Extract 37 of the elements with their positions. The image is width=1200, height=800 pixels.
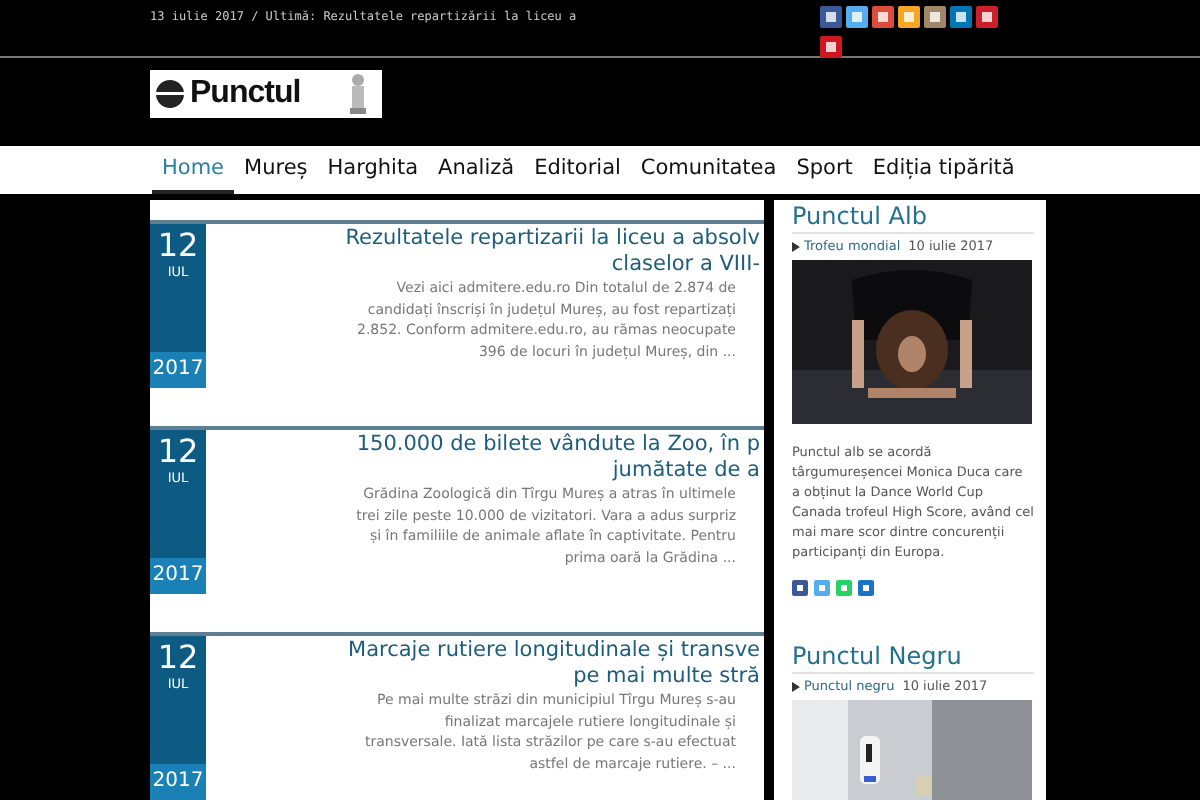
nav-item[interactable]: Mureș xyxy=(234,146,318,194)
nav-item[interactable]: Ediția tipărită xyxy=(862,146,1025,194)
article-title[interactable]: Marcaje rutiere longitudinale și transve xyxy=(348,638,760,664)
date-day: 12 xyxy=(157,226,199,264)
article-title[interactable]: jumătate de a xyxy=(612,458,760,484)
nav-item[interactable]: Sport xyxy=(786,146,863,194)
nav-item[interactable]: Comunitatea xyxy=(630,146,787,194)
social-icon[interactable] xyxy=(846,6,868,28)
social-icon[interactable] xyxy=(976,6,998,28)
date-year: 2017 xyxy=(150,352,206,388)
article-title[interactable]: 150.000 de bilete vândute la Zoo, în p xyxy=(356,432,760,458)
date-year: 2017 xyxy=(150,558,206,594)
nav-item[interactable]: Editorial xyxy=(524,146,631,194)
widget-heading: Punctul Negru xyxy=(792,640,1034,674)
date-day: 12 xyxy=(157,638,199,676)
logo[interactable]: Punctul xyxy=(150,70,382,118)
bullet-icon xyxy=(792,681,800,691)
article-title[interactable]: pe mai multe stră xyxy=(573,664,760,690)
social-icon[interactable] xyxy=(872,6,894,28)
logo-text: Punctul xyxy=(190,76,301,112)
nav-item[interactable]: Home xyxy=(152,146,235,194)
social-icon[interactable] xyxy=(820,6,842,28)
circle-icon xyxy=(156,80,184,108)
share-icon[interactable] xyxy=(858,580,874,596)
social-icon[interactable] xyxy=(924,6,946,28)
share-icon[interactable] xyxy=(792,580,808,596)
social-icon[interactable] xyxy=(950,6,972,28)
bullet-icon xyxy=(792,241,800,251)
date-year: 2017 xyxy=(150,764,206,800)
article-title[interactable]: claselor a VIII- xyxy=(611,252,760,278)
social-icon[interactable] xyxy=(820,36,842,58)
statuette-icon xyxy=(346,72,371,116)
nav-item[interactable]: Harghita xyxy=(317,146,429,194)
nav-item[interactable]: Analiză xyxy=(428,146,525,194)
article-title[interactable]: Rezultatele repartizarii la liceu a absolv xyxy=(345,226,760,252)
date-day: 12 xyxy=(157,432,199,470)
widget-heading: Punctul Alb xyxy=(792,200,1034,234)
